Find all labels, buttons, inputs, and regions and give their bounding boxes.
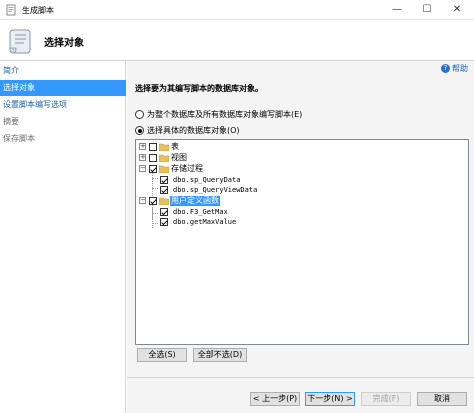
checkbox-functions[interactable] [149, 197, 157, 205]
next-button[interactable]: 下一步(N) > [305, 392, 355, 406]
tree-label-procedure: dbo.sp_QueryViewData [173, 186, 258, 194]
checkbox-views[interactable] [149, 154, 157, 162]
cancel-button[interactable]: 取消 [417, 392, 467, 406]
checkbox-function[interactable] [160, 218, 168, 226]
tree-node-views[interactable]: + 视图 [136, 153, 466, 163]
minimize-button[interactable]: — [382, 0, 412, 20]
page-title: 选择对象 [44, 38, 84, 49]
checkbox-procedure[interactable] [160, 186, 168, 194]
radio-entire-database-dot[interactable] [135, 110, 144, 119]
tree-node-function[interactable]: dbo.F3_GetMax [136, 207, 466, 217]
script-app-icon [6, 4, 16, 16]
tree-label-procedures: 存储过程 [171, 164, 203, 173]
nav-item-intro[interactable]: 简介 [0, 63, 126, 79]
select-all-button[interactable]: 全选(S) [137, 348, 187, 362]
folder-icon [159, 165, 169, 173]
instruction-text: 选择要为其编写脚本的数据库对象。 [135, 84, 263, 93]
help-icon: ? [441, 64, 450, 73]
nav-item-select-objects[interactable]: 选择对象 [0, 80, 126, 96]
tree-label-function: dbo.getMaxValue [173, 218, 237, 226]
checkbox-procedures[interactable] [149, 165, 157, 173]
close-button[interactable]: ✕ [442, 0, 472, 20]
collapse-icon[interactable]: − [139, 165, 146, 172]
tree-label-views: 视图 [171, 153, 187, 162]
nav-item-script-options[interactable]: 设置脚本编写选项 [0, 97, 126, 113]
folder-icon [159, 197, 169, 205]
radio-specific-objects[interactable]: 选择具体的数据库对象(O) [135, 125, 240, 137]
maximize-button[interactable]: ☐ [412, 0, 442, 20]
object-tree[interactable]: + 表 + 视图 − 存储过程 dbo.sp_QueryData dbo.sp_… [135, 139, 469, 345]
tree-node-function[interactable]: dbo.getMaxValue [136, 217, 466, 227]
tree-label-functions: 用户定义函数 [170, 196, 220, 206]
expand-icon[interactable]: + [139, 154, 146, 161]
previous-button[interactable]: < 上一步(P) [250, 392, 300, 406]
tree-node-tables[interactable]: + 表 [136, 142, 466, 152]
help-label: 帮助 [452, 64, 468, 73]
radio-entire-database-label: 为整个数据库及所有数据库对象编写脚本(E) [147, 110, 303, 119]
scroll-icon [9, 29, 31, 54]
help-link[interactable]: ? 帮助 [441, 63, 468, 75]
nav-item-summary: 摘要 [3, 117, 19, 126]
radio-specific-objects-label: 选择具体的数据库对象(O) [147, 126, 240, 135]
collapse-icon[interactable]: − [139, 197, 146, 204]
radio-specific-objects-dot[interactable] [135, 126, 144, 135]
tree-label-function: dbo.F3_GetMax [173, 208, 228, 216]
tree-node-functions[interactable]: − 用户定义函数 [136, 196, 466, 206]
main-panel: ? 帮助 选择要为其编写脚本的数据库对象。 为整个数据库及所有数据库对象编写脚本(… [127, 61, 474, 413]
tree-label-procedure: dbo.sp_QueryData [173, 176, 241, 184]
tree-node-procedure[interactable]: dbo.sp_QueryViewData [136, 185, 466, 195]
checkbox-procedure[interactable] [160, 176, 168, 184]
folder-icon [159, 154, 169, 162]
title-bar: 生成脚本 — ☐ ✕ [0, 0, 474, 20]
checkbox-tables[interactable] [149, 143, 157, 151]
finish-button: 完成(F) [361, 392, 411, 406]
expand-icon[interactable]: + [139, 143, 146, 150]
tree-label-tables: 表 [171, 142, 179, 151]
deselect-all-button[interactable]: 全部不选(D) [193, 348, 247, 362]
checkbox-function[interactable] [160, 208, 168, 216]
wizard-nav: 简介 选择对象 设置脚本编写选项 摘要 保存脚本 [0, 61, 126, 413]
footer-divider [127, 377, 474, 378]
window-title: 生成脚本 [22, 6, 54, 15]
radio-entire-database[interactable]: 为整个数据库及所有数据库对象编写脚本(E) [135, 109, 302, 121]
page-header: 选择对象 [0, 20, 474, 61]
nav-item-save-script: 保存脚本 [3, 134, 35, 143]
tree-node-procedures[interactable]: − 存储过程 [136, 164, 466, 174]
tree-node-procedure[interactable]: dbo.sp_QueryData [136, 175, 466, 185]
folder-icon [159, 143, 169, 151]
